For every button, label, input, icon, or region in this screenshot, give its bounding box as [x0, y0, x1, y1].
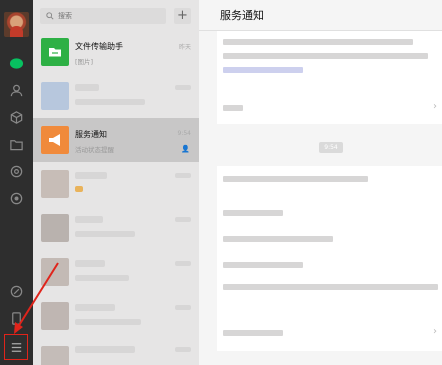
blurred-name	[75, 84, 99, 91]
mute-icon: 👤	[181, 145, 190, 153]
chat-item[interactable]	[33, 74, 199, 118]
chat-item-service-notification[interactable]: 服务通知 活动状态提醒 9:54 👤	[33, 118, 199, 162]
chat-item[interactable]	[33, 294, 199, 338]
moments-icon[interactable]	[9, 164, 24, 179]
time-label: 9:54	[319, 142, 343, 153]
folder-icon	[49, 48, 61, 57]
chat-item[interactable]	[33, 206, 199, 250]
search-icon	[46, 12, 54, 20]
notification-card[interactable]: ›	[217, 31, 442, 124]
blurred-line	[223, 210, 283, 216]
blurred-line	[223, 284, 438, 290]
blurred-name	[75, 172, 107, 179]
blurred-line	[223, 67, 303, 73]
user-avatar[interactable]	[4, 12, 29, 37]
blurred-preview	[75, 231, 135, 237]
blurred-preview	[75, 275, 129, 281]
service-notification-avatar	[41, 126, 69, 154]
blurred-time	[175, 217, 191, 222]
blurred-line	[223, 236, 333, 242]
search-box[interactable]	[40, 8, 166, 24]
contacts-icon[interactable]	[9, 83, 24, 98]
chat-avatar	[41, 302, 69, 330]
chat-item[interactable]	[33, 250, 199, 294]
chevron-right-icon: ›	[433, 326, 437, 337]
blurred-link	[223, 330, 283, 336]
chat-item[interactable]	[33, 162, 199, 206]
favorites-icon[interactable]	[9, 110, 24, 125]
chat-preview: 活动状态提醒	[75, 146, 114, 154]
chat-avatar	[41, 258, 69, 286]
blurred-name	[75, 216, 103, 223]
conversation-title: 服务通知	[220, 9, 264, 22]
chat-list-panel: + 文件传输助手 [图片] 昨天 服务	[33, 0, 199, 365]
blurred-time	[175, 347, 191, 352]
chat-icon[interactable]	[9, 56, 24, 71]
add-button[interactable]: +	[174, 8, 191, 24]
blurred-line	[223, 53, 428, 59]
chat-avatar	[41, 346, 69, 365]
blurred-time	[175, 173, 191, 178]
chat-name: 服务通知	[75, 130, 107, 139]
chat-avatar	[41, 214, 69, 242]
chat-name: 文件传输助手	[75, 42, 123, 51]
file-transfer-avatar	[41, 38, 69, 66]
blurred-preview	[75, 186, 83, 192]
chat-avatar	[41, 82, 69, 110]
blurred-name	[75, 304, 115, 311]
chat-time: 9:54	[177, 130, 191, 137]
miniprogram-icon[interactable]	[9, 191, 24, 206]
conversation-panel: 服务通知 › 9:54 ›	[199, 0, 442, 365]
blurred-time	[175, 85, 191, 90]
blurred-link	[223, 105, 243, 111]
blurred-name	[75, 346, 135, 353]
left-sidebar	[0, 0, 33, 365]
blurred-line	[223, 176, 368, 182]
chat-avatar	[41, 170, 69, 198]
chat-item-file-transfer[interactable]: 文件传输助手 [图片] 昨天	[33, 30, 199, 74]
blurred-line	[223, 39, 413, 45]
wechat-window: + 文件传输助手 [图片] 昨天 服务	[0, 0, 442, 365]
blurred-preview	[75, 319, 141, 325]
search-input[interactable]	[58, 12, 158, 20]
blurred-line	[223, 262, 303, 268]
blurred-preview	[75, 99, 145, 105]
megaphone-icon	[49, 134, 60, 146]
highlight-box	[4, 334, 28, 360]
chat-time: 昨天	[178, 44, 191, 51]
blurred-time	[175, 305, 191, 310]
blurred-name	[75, 260, 105, 267]
phone-icon[interactable]	[9, 284, 24, 299]
mobile-icon[interactable]	[9, 311, 24, 326]
chevron-right-icon: ›	[433, 101, 437, 112]
blurred-time	[175, 261, 191, 266]
files-icon[interactable]	[9, 137, 24, 152]
notification-card[interactable]: ›	[217, 166, 442, 351]
chat-item[interactable]	[33, 338, 199, 365]
chat-preview: [图片]	[75, 58, 94, 66]
